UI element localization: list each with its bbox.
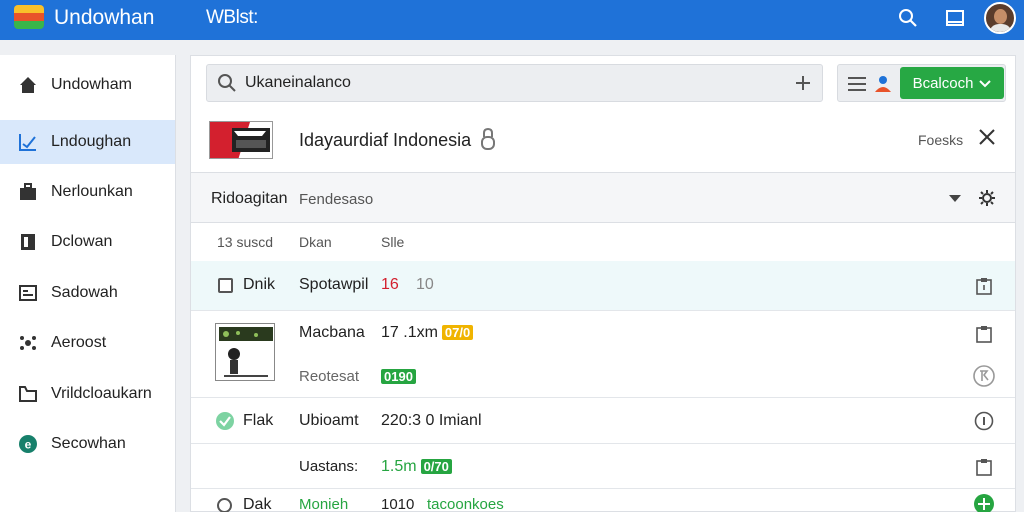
row-col2: Monieh [299, 496, 349, 512]
sidebar-item-4[interactable]: Dclowan [0, 220, 175, 264]
clipboard-icon[interactable] [973, 456, 995, 478]
table-row[interactable]: Dak Monieh 1010 tacoonkoes [191, 489, 1015, 512]
table-row[interactable]: Uastans: 1.5m 0/70 [191, 444, 1015, 489]
sidebar-item-8[interactable]: e Secowhan [0, 422, 175, 466]
sidebar-item-7[interactable]: Vrildcloaukarn [0, 372, 175, 416]
home-icon [18, 75, 38, 95]
user-avatar[interactable] [984, 2, 1016, 34]
sidebar-item-label: Aeroost [51, 334, 107, 351]
row-col2: Spotawpil [299, 276, 369, 293]
banner-title: Idayaurdiaf Indonesia [299, 127, 496, 151]
search-input[interactable] [245, 71, 765, 95]
check-circle-icon[interactable] [214, 410, 236, 432]
row-value: 16 [381, 276, 399, 293]
country-banner: Idayaurdiaf Indonesia Foesks [191, 111, 1015, 173]
sidebar-item-label: Dclowan [51, 233, 113, 250]
banner-right-text: Foesks [918, 132, 964, 148]
section-title: Ridoagitan [211, 190, 288, 207]
row-col2: Uastans: [299, 458, 359, 475]
green-action-button[interactable]: Bcalcoch [900, 67, 1004, 99]
folder-icon [18, 384, 38, 404]
search-bar [206, 64, 823, 102]
user-icon[interactable] [872, 73, 894, 95]
app-logo [14, 5, 44, 29]
sidebar-item-label: Lndoughan [51, 133, 132, 150]
main-panel: Bcalcoch Idayaurdiaf Indonesia Foesks Ri… [190, 55, 1016, 512]
row-name: Dnik [243, 276, 276, 293]
row-col2: Ubioamt [299, 412, 359, 429]
section-header: Ridoagitan Fendesaso [191, 173, 1015, 223]
column-header: 13 suscd [217, 234, 274, 250]
sidebar-item-3[interactable]: Nerlounkan [0, 170, 175, 214]
sidebar-item-label: Vrildcloaukarn [51, 385, 152, 402]
sidebar-item-label: Undowham [51, 76, 132, 93]
badge-icon[interactable] [971, 363, 997, 389]
briefcase-icon [18, 182, 38, 202]
app-subtitle: WBlst: [206, 7, 258, 28]
search-icon [217, 73, 237, 98]
row-value: 220:3 0 Imianl [381, 412, 482, 429]
lock-icon [481, 127, 496, 150]
row-extra: tacoonkoes [427, 496, 504, 512]
close-icon[interactable] [975, 125, 999, 149]
sidebar-item-label: Sadowah [51, 284, 118, 301]
sidebar: Undowham Lndoughan Nerlounkan Dclowan Sa… [0, 55, 176, 512]
row-extra: 10 [416, 276, 434, 293]
add-circle-icon[interactable] [973, 493, 995, 512]
toolbar: Bcalcoch [837, 64, 1006, 102]
sidebar-item-5[interactable]: Sadowah [0, 271, 175, 315]
row-name: Dak [243, 496, 272, 512]
clipboard-icon[interactable] [973, 275, 995, 297]
info-icon[interactable] [973, 410, 995, 432]
add-icon[interactable] [791, 71, 815, 95]
section-subtitle: Fendesaso [299, 191, 374, 208]
search-icon[interactable] [896, 6, 920, 30]
green-action-label: Bcalcoch [912, 74, 974, 92]
column-header: Dkan [299, 234, 332, 250]
circle-e-icon: e [18, 434, 38, 454]
sidebar-item-6[interactable]: Aeroost [0, 321, 175, 365]
column-header: Slle [381, 234, 405, 250]
sidebar-item-label: Secowhan [51, 435, 126, 452]
chevron-down-icon [979, 75, 992, 92]
table-row[interactable]: Dnik Spotawpil 16 10 [191, 261, 1015, 311]
bookmark-icon [18, 232, 38, 252]
row-value: 17 .1xm 07/0 [381, 324, 474, 342]
menu-icon[interactable] [846, 73, 868, 95]
window-icon [18, 283, 38, 303]
top-bar: Undowhan WBlst: [0, 0, 1024, 40]
sidebar-item-home[interactable]: Undowham [0, 63, 175, 107]
status-badge: 07/0 [441, 325, 474, 340]
row-status-label: Reotesat [299, 368, 360, 385]
row-radio[interactable] [217, 498, 232, 512]
svg-text:e: e [25, 438, 32, 452]
settings-icon [18, 333, 38, 353]
row-name: Flak [243, 412, 274, 429]
flag-image [209, 121, 273, 159]
gear-icon[interactable] [977, 188, 997, 208]
chart-check-icon [18, 132, 38, 152]
row-checkbox[interactable] [218, 278, 233, 293]
row-col2: Macbana [299, 324, 365, 341]
row-value: 1.5m 0/70 [381, 458, 452, 476]
app-title: Undowhan [54, 6, 155, 29]
status-badge: 0/70 [420, 459, 452, 474]
caret-down-icon[interactable] [945, 189, 965, 209]
sidebar-item-active[interactable]: Lndoughan [0, 120, 175, 164]
row-value: 1010 [381, 496, 415, 512]
table-row[interactable]: Macbana 17 .1xm 07/0 Reotesat 0190 [191, 311, 1015, 398]
clipboard-icon[interactable] [973, 323, 995, 345]
item-thumbnail [215, 323, 275, 381]
window-icon[interactable] [943, 6, 967, 30]
row-status-value: 0190 [377, 368, 416, 386]
sidebar-item-label: Nerlounkan [51, 183, 133, 200]
table-row[interactable]: Flak Ubioamt 220:3 0 Imianl [191, 398, 1015, 444]
